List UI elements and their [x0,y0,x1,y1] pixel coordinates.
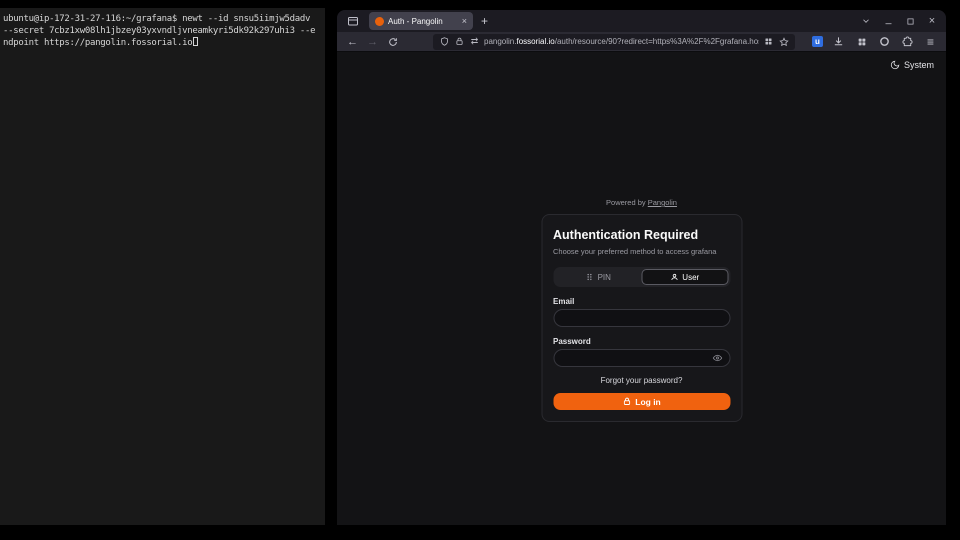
moon-icon [890,60,900,70]
password-field[interactable] [561,354,708,363]
window-close-button[interactable]: × [926,15,938,27]
user-icon [670,273,678,281]
password-field-wrap [553,349,730,367]
extension-grid-icon[interactable] [854,34,869,49]
email-label: Email [553,297,730,306]
powered-by: Powered by Pangolin [541,198,742,207]
keypad-icon [586,273,594,281]
lock-icon [622,397,631,406]
card-subtitle: Choose your preferred method to access g… [553,247,730,256]
connection-lock-icon[interactable] [454,36,465,47]
tab-user[interactable]: User [642,269,729,285]
tracking-protection-shield-icon[interactable] [439,36,450,47]
terminal-line: ubuntu@ip-172-31-27-116:~/grafana$ newt … [3,13,322,25]
browser-titlebar: Auth - Pangolin × + × [337,10,946,32]
show-password-eye-icon[interactable] [712,353,722,363]
email-field[interactable] [561,314,722,323]
theme-toggle-label: System [904,60,934,70]
forward-button[interactable]: → [365,34,380,49]
window-maximize-button[interactable] [904,15,916,27]
auth-method-tabs: PIN User [553,267,730,287]
blue-shield-extension-icon[interactable]: u [812,36,823,47]
connection-swap-icon[interactable]: ⇄ [469,36,480,47]
firefox-view-icon[interactable] [345,13,361,29]
circle-extension-icon[interactable] [877,34,892,49]
terminal-line: ndpoint https://pangolin.fossorial.io [3,37,322,49]
url-bar[interactable]: ⇄ pangolin.fossorial.io/auth/resource/90… [433,34,795,50]
terminal-window[interactable]: ubuntu@ip-172-31-27-116:~/grafana$ newt … [0,8,325,525]
pangolin-link[interactable]: Pangolin [648,198,677,207]
downloads-icon[interactable] [831,34,846,49]
shortcuts-grid-icon[interactable] [763,36,774,47]
tab-pin-label: PIN [598,273,611,282]
back-button[interactable]: ← [345,34,360,49]
theme-toggle[interactable]: System [890,60,934,70]
password-label: Password [553,337,730,346]
app-menu-hamburger-icon[interactable]: ≡ [923,34,938,49]
new-tab-button[interactable]: + [481,14,488,28]
auth-card: Authentication Required Choose your pref… [541,214,742,422]
url-text: pangolin.fossorial.io/auth/resource/90?r… [484,37,759,46]
login-button[interactable]: Log in [553,393,730,410]
reload-button[interactable] [385,34,400,49]
extensions-puzzle-icon[interactable] [900,34,915,49]
browser-toolbar: ← → ⇄ pangolin.fossorial.io/auth/resourc… [337,32,946,52]
forgot-password-link[interactable]: Forgot your password? [553,376,730,385]
terminal-cursor [193,37,198,46]
browser-tab-auth-pangolin[interactable]: Auth - Pangolin × [369,12,473,30]
email-field-wrap [553,309,730,327]
page-content: System Powered by Pangolin Authenticatio… [337,52,946,525]
tab-title: Auth - Pangolin [388,17,458,26]
bookmark-star-icon[interactable] [778,36,789,47]
browser-window: Auth - Pangolin × + × ← → [337,10,946,525]
terminal-line: --secret 7cbz1xw08lh1jbzey03yxvndljvneam… [3,25,322,37]
card-title: Authentication Required [553,228,730,242]
tabs-dropdown-chevron-icon[interactable] [860,15,872,27]
login-button-label: Log in [635,397,661,407]
pangolin-favicon-icon [375,17,384,26]
window-minimize-button[interactable] [882,15,894,27]
tab-pin[interactable]: PIN [555,269,642,285]
tab-close-icon[interactable]: × [462,17,467,26]
tab-user-label: User [682,273,699,282]
